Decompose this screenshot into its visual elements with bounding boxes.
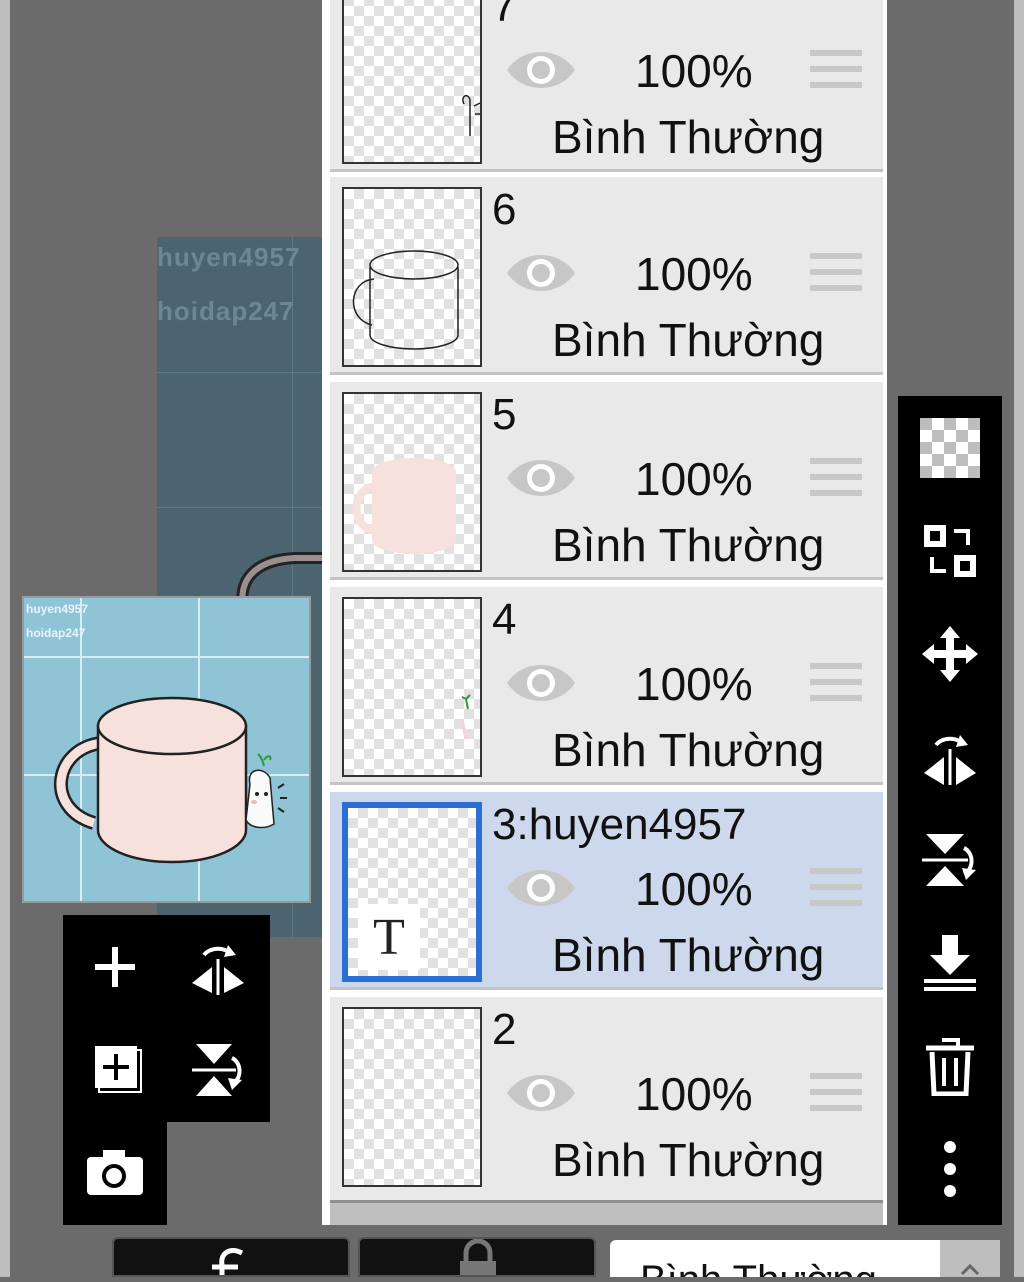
- next-layer-peek: [330, 1200, 883, 1225]
- right-frame: [1014, 0, 1024, 1277]
- canvas-watermark-2: hoidap247: [157, 296, 295, 326]
- clipping-icon: [212, 1248, 244, 1275]
- eye-icon[interactable]: [505, 659, 577, 707]
- layer-opacity: 100%: [635, 658, 753, 710]
- layer-tools-panel: [63, 915, 270, 1122]
- layer-blend-mode: Bình Thường: [552, 519, 825, 571]
- layer-list[interactable]: 7 100% Bình Thường 6 100% Bình Thường 5 …: [322, 0, 887, 1225]
- layer-opacity: 100%: [635, 1068, 753, 1120]
- blend-mode-select[interactable]: Bình Thường: [610, 1240, 940, 1277]
- cup-illustration: [53, 696, 287, 864]
- drag-handle-icon[interactable]: [810, 663, 862, 705]
- layer-blend-mode: Bình Thường: [552, 1134, 825, 1186]
- layer-thumbnail: [342, 187, 482, 367]
- layer-name: 2: [492, 1005, 517, 1054]
- eye-icon[interactable]: [505, 864, 577, 912]
- layer-thumbnail: [342, 597, 482, 777]
- drag-handle-icon[interactable]: [810, 253, 862, 295]
- drag-handle-icon[interactable]: [810, 868, 862, 910]
- layer-name: 3:huyen4957: [492, 800, 747, 849]
- clipping-button[interactable]: [112, 1237, 350, 1277]
- lock-icon: [460, 1239, 496, 1275]
- layer-name: 5: [492, 390, 517, 439]
- flip-horizontal-icon[interactable]: [178, 927, 258, 1007]
- flip-vertical-icon[interactable]: [178, 1030, 258, 1110]
- layer-item[interactable]: 4 100% Bình Thường: [330, 587, 883, 785]
- drag-handle-icon[interactable]: [810, 50, 862, 92]
- layer-blend-mode: Bình Thường: [552, 111, 825, 163]
- layer-item[interactable]: 6 100% Bình Thường: [330, 177, 883, 375]
- more-icon[interactable]: [910, 1129, 990, 1209]
- eye-icon[interactable]: [505, 249, 577, 297]
- grid-line: [157, 372, 327, 373]
- eye-icon[interactable]: [505, 1069, 577, 1117]
- chevron-up-icon[interactable]: [940, 1240, 1000, 1277]
- layer-thumbnail: [342, 0, 482, 164]
- layer-thumbnail: [342, 392, 482, 572]
- rotate-flip-vertical-icon[interactable]: [910, 820, 990, 900]
- drag-handle-icon[interactable]: [810, 458, 862, 500]
- swap-icon[interactable]: [910, 511, 990, 591]
- transparency-icon[interactable]: [910, 408, 990, 488]
- canvas-watermark-1: huyen4957: [157, 242, 301, 272]
- layer-blend-mode: Bình Thường: [552, 929, 825, 981]
- left-frame: [0, 0, 10, 1277]
- layer-opacity: 100%: [635, 863, 753, 915]
- add-layer-icon[interactable]: [75, 927, 155, 1007]
- layer-name: 6: [492, 185, 517, 234]
- right-toolbar: [898, 396, 1002, 1225]
- eye-icon[interactable]: [505, 46, 577, 94]
- layer-blend-mode: Bình Thường: [552, 724, 825, 776]
- grid-line: [157, 507, 327, 508]
- rotate-flip-horizontal-icon[interactable]: [910, 717, 990, 797]
- layer-opacity: 100%: [635, 45, 753, 97]
- blend-mode-value: Bình Thường: [640, 1258, 877, 1277]
- move-icon[interactable]: [910, 614, 990, 694]
- layer-name: 7: [492, 0, 517, 31]
- eye-icon[interactable]: [505, 454, 577, 502]
- camera-panel: [63, 1120, 167, 1225]
- layer-blend-mode: Bình Thường: [552, 314, 825, 366]
- trash-icon[interactable]: [910, 1026, 990, 1106]
- layer-item[interactable]: 5 100% Bình Thường: [330, 382, 883, 580]
- merge-down-icon[interactable]: [910, 923, 990, 1003]
- text-layer-badge: T: [358, 904, 420, 970]
- layer-opacity: 100%: [635, 248, 753, 300]
- layer-item-selected[interactable]: T 3:huyen4957 100% Bình Thường: [330, 792, 883, 990]
- layer-item[interactable]: 2 100% Bình Thường: [330, 997, 883, 1200]
- layer-opacity: 100%: [635, 453, 753, 505]
- camera-icon[interactable]: [75, 1132, 155, 1212]
- alpha-lock-button[interactable]: [358, 1237, 596, 1277]
- layer-thumbnail: [342, 1007, 482, 1187]
- add-page-icon[interactable]: [75, 1030, 155, 1110]
- drag-handle-icon[interactable]: [810, 1073, 862, 1115]
- layer-item[interactable]: 7 100% Bình Thường: [330, 0, 883, 172]
- layer-thumbnail: T: [342, 802, 482, 982]
- canvas-preview[interactable]: huyen4957 hoidap247: [22, 596, 311, 903]
- layer-name: 4: [492, 595, 517, 644]
